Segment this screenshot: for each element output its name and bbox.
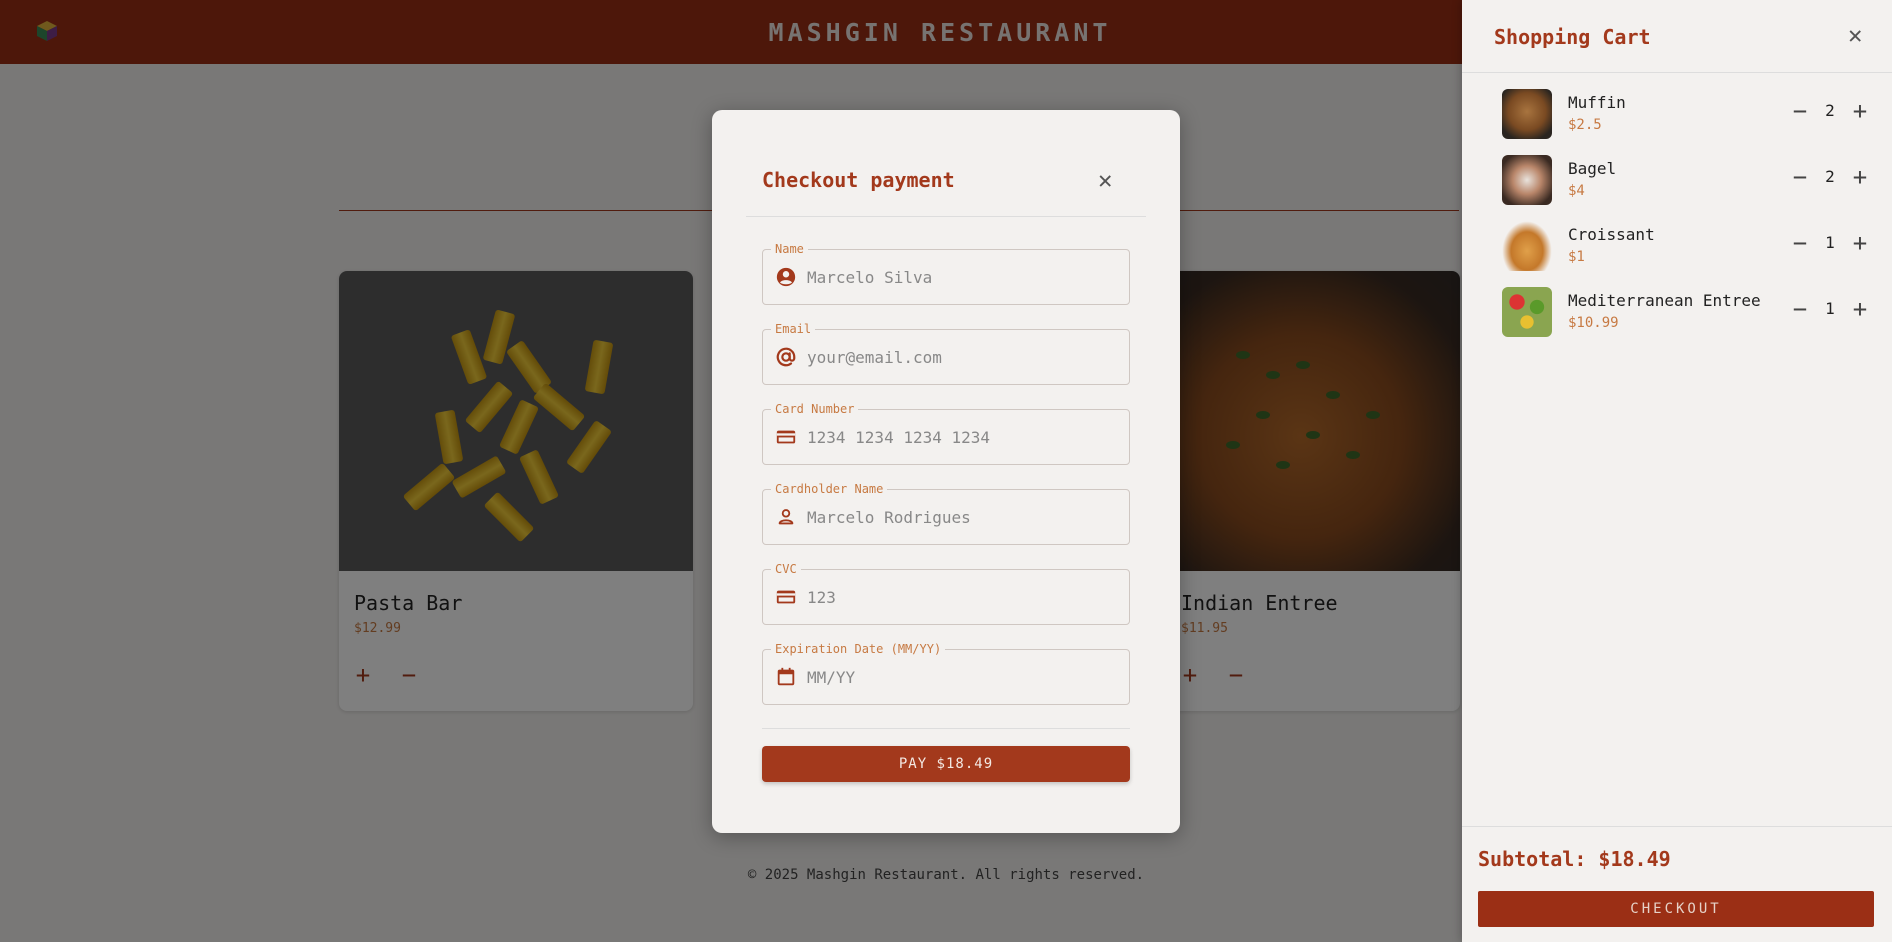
cart-item: Bagel $4 − 2 + [1502, 155, 1882, 205]
cart-item-name: Mediterranean Entree [1568, 291, 1761, 310]
credit-card-icon [776, 430, 796, 444]
user-circle-icon [776, 267, 796, 287]
cart-item-qty: 1 [1825, 299, 1835, 318]
field-label: Cardholder Name [771, 482, 888, 496]
bagel-thumbnail [1502, 155, 1552, 205]
checkout-button[interactable]: CHECKOUT [1478, 891, 1874, 927]
cart-item: Mediterranean Entree $10.99 − 1 + [1502, 287, 1882, 337]
checkout-payment-modal: Checkout payment ✕ Name Email Card Numbe… [712, 110, 1180, 833]
field-label: Name [771, 242, 808, 256]
minus-icon[interactable]: − [1788, 297, 1812, 321]
cvc-field[interactable]: CVC [762, 562, 1130, 625]
calendar-icon [777, 667, 795, 686]
modal-title: Checkout payment [762, 168, 955, 192]
field-label: CVC [771, 562, 801, 576]
cart-item-name: Croissant [1568, 225, 1655, 244]
plus-icon[interactable]: + [1848, 231, 1872, 255]
modal-divider [746, 216, 1146, 217]
cart-subtotal: Subtotal: $18.49 [1478, 847, 1671, 871]
cart-item-price: $4 [1568, 183, 1585, 199]
cart-item-price: $10.99 [1568, 315, 1619, 331]
plus-icon[interactable]: + [1848, 297, 1872, 321]
close-icon[interactable]: ✕ [1098, 168, 1112, 192]
email-field[interactable]: Email [762, 322, 1130, 385]
cvc-input[interactable] [807, 582, 1117, 612]
cart-item-qty: 2 [1825, 101, 1835, 120]
cart-item-price: $1 [1568, 249, 1585, 265]
credit-card-icon [776, 590, 796, 604]
minus-icon[interactable]: − [1788, 165, 1812, 189]
user-icon [778, 509, 794, 525]
plus-icon[interactable]: + [1848, 99, 1872, 123]
email-input[interactable] [807, 342, 1117, 372]
cardholder-name-input[interactable] [807, 502, 1117, 532]
pay-button[interactable]: PAY $18.49 [762, 746, 1130, 782]
minus-icon[interactable]: − [1788, 231, 1812, 255]
cart-item-name: Muffin [1568, 93, 1626, 112]
cart-item-qty: 1 [1825, 233, 1835, 252]
field-label: Card Number [771, 402, 859, 416]
cart-item-name: Bagel [1568, 159, 1617, 178]
cart-title: Shopping Cart [1494, 25, 1651, 49]
name-input[interactable] [807, 262, 1117, 292]
cart-item-price: $2.5 [1568, 117, 1602, 133]
shopping-cart-drawer: Shopping Cart ✕ Muffin $2.5 − 2 + Bagel … [1462, 0, 1892, 942]
croissant-thumbnail [1502, 221, 1552, 271]
muffin-thumbnail [1502, 89, 1552, 139]
expiration-date-input[interactable] [807, 662, 1117, 692]
card-number-field[interactable]: Card Number [762, 402, 1130, 465]
modal-divider [762, 728, 1130, 729]
expiration-date-field[interactable]: Expiration Date (MM/YY) [762, 642, 1130, 705]
cart-item: Muffin $2.5 − 2 + [1502, 89, 1882, 139]
cart-item-qty: 2 [1825, 167, 1835, 186]
cart-item: Croissant $1 − 1 + [1502, 221, 1882, 271]
cardholder-name-field[interactable]: Cardholder Name [762, 482, 1130, 545]
field-label: Email [771, 322, 816, 336]
mediterranean-entree-thumbnail [1502, 287, 1552, 337]
close-icon[interactable]: ✕ [1848, 23, 1862, 47]
card-number-input[interactable] [807, 422, 1117, 452]
name-field[interactable]: Name [762, 242, 1130, 305]
plus-icon[interactable]: + [1848, 165, 1872, 189]
field-label: Expiration Date (MM/YY) [771, 642, 946, 656]
at-sign-icon [776, 347, 796, 367]
minus-icon[interactable]: − [1788, 99, 1812, 123]
